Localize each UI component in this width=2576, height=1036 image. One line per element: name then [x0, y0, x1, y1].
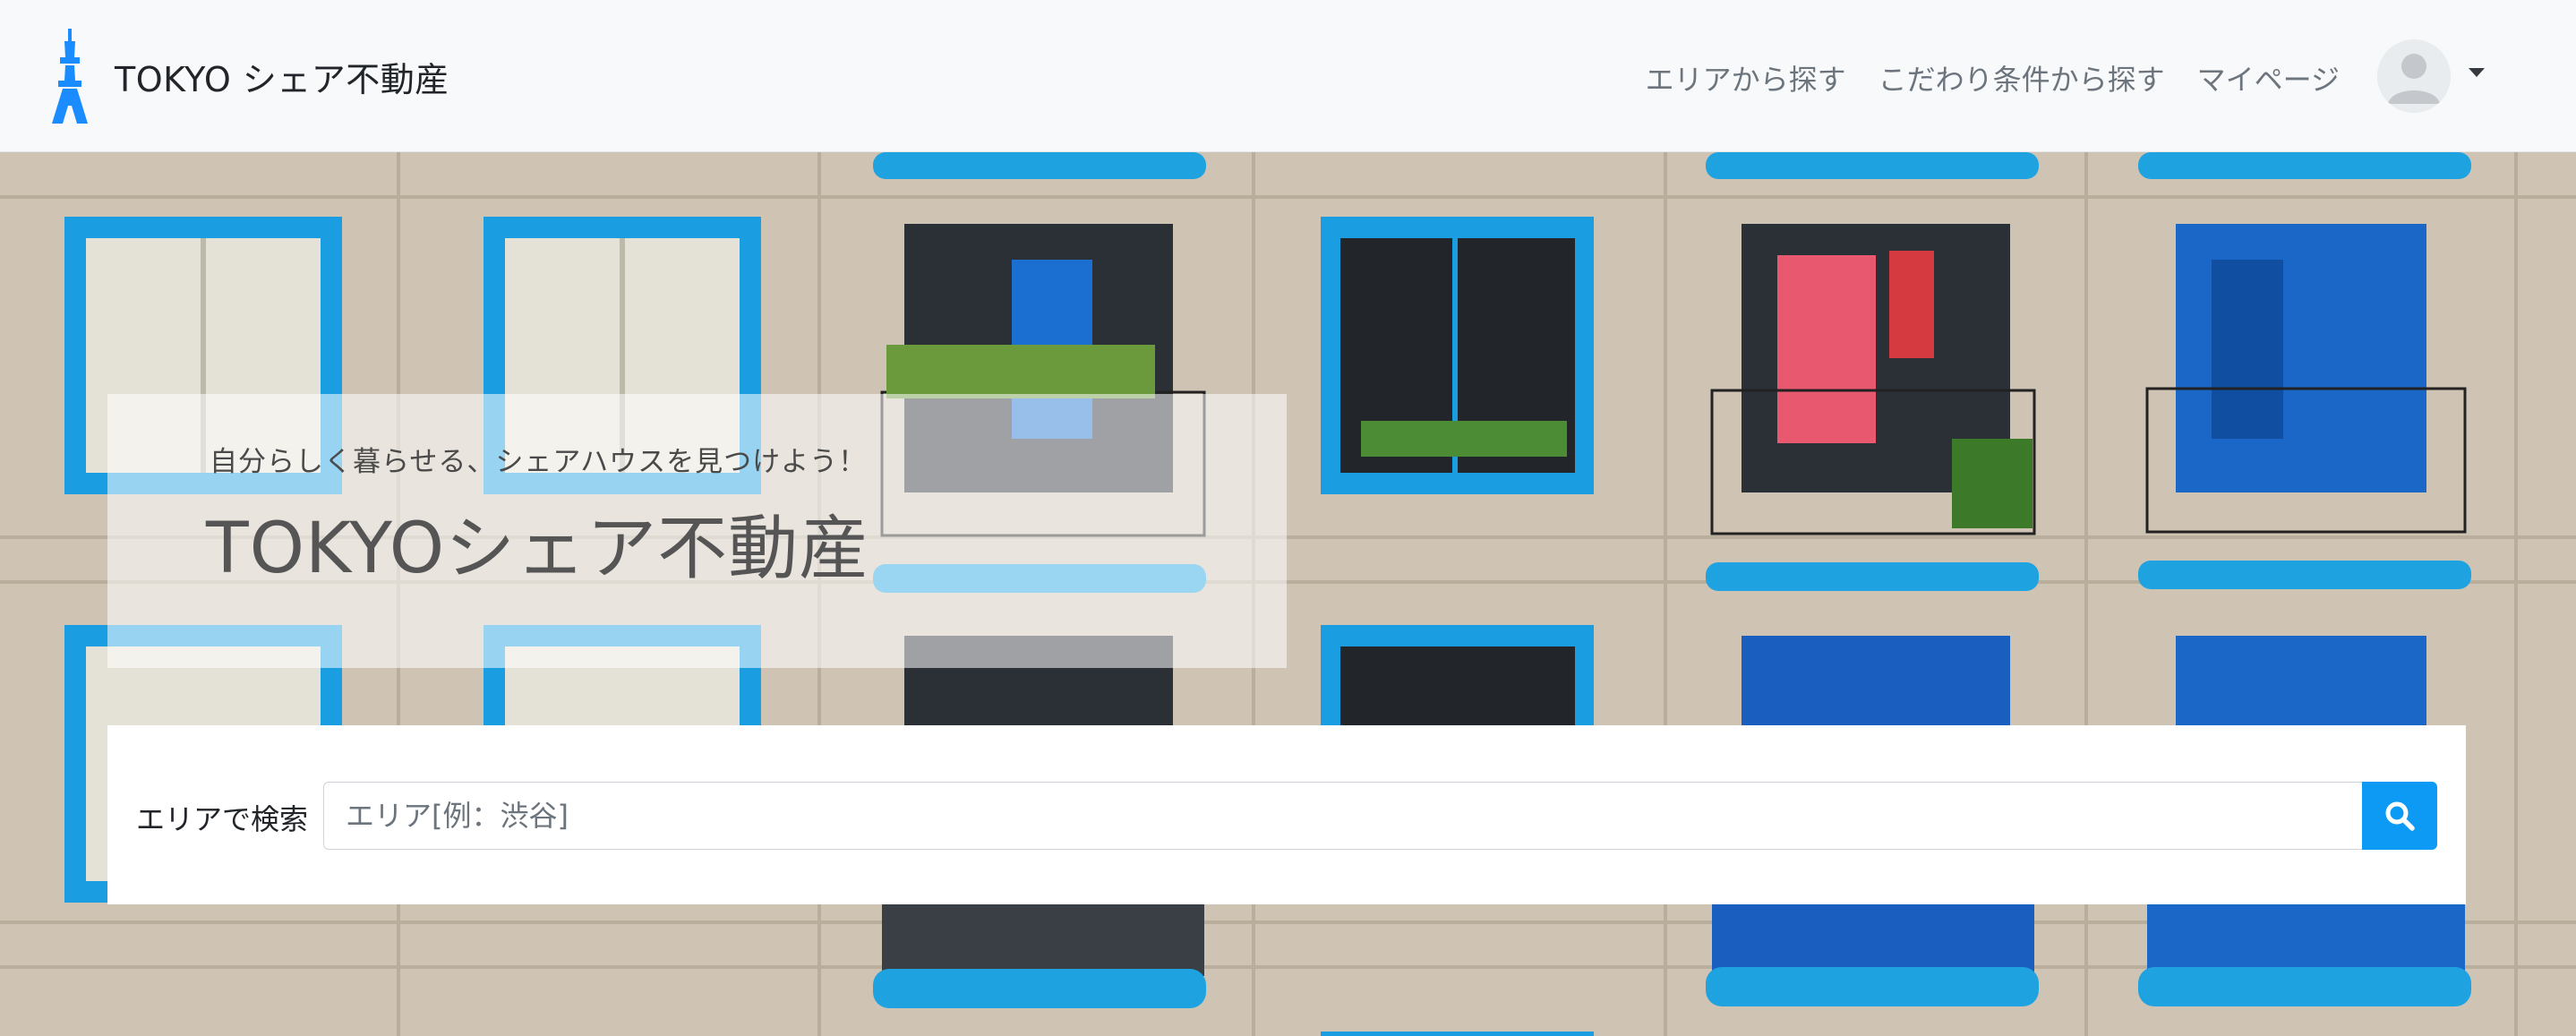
nav-link-mypage[interactable]: マイページ [2197, 57, 2340, 98]
search-label: エリアで検索 [136, 802, 309, 836]
nav-link-area[interactable]: エリアから探す [1646, 57, 1846, 98]
main-nav: エリアから探す こだわり条件から探す マイページ [1613, 57, 2340, 98]
tokyo-tower-icon [52, 29, 88, 124]
area-search-card: エリアで検索 [107, 725, 2466, 904]
hero-caption-panel: 自分らしく暮らせる、シェアハウスを見つけよう！ TOKYOシェア不動産 [107, 394, 1287, 668]
avatar-placeholder-icon [2377, 39, 2451, 113]
hero-section: 自分らしく暮らせる、シェアハウスを見つけよう！ TOKYOシェア不動産 エリアで… [0, 152, 2576, 1036]
search-icon [2385, 801, 2415, 831]
search-button[interactable] [2362, 782, 2437, 850]
brand-name: TOKYO シェア不動産 [115, 59, 449, 99]
chevron-down-icon [2469, 68, 2485, 77]
user-menu-dropdown[interactable] [2377, 39, 2485, 113]
brand-link[interactable]: TOKYO シェア不動産 [52, 27, 449, 125]
nav-link-conditions[interactable]: こだわり条件から探す [1879, 57, 2165, 98]
hero-tagline: 自分らしく暮らせる、シェアハウスを見つけよう！ [210, 446, 868, 478]
area-search-input[interactable] [323, 782, 2363, 850]
navbar: TOKYO シェア不動産 エリアから探す こだわり条件から探す マイページ [0, 0, 2576, 152]
hero-title: TOKYOシェア不動産 [206, 509, 870, 589]
